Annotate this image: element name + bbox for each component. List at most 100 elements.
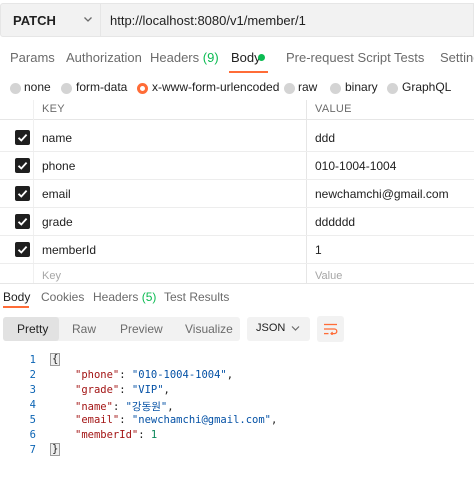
response-tab-cookies[interactable]: Cookies: [41, 290, 84, 304]
param-value[interactable]: 010-1004-1004: [315, 159, 396, 173]
row-enabled-checkbox[interactable]: [15, 214, 30, 229]
url-text: http://localhost:8080/v1/member/1: [110, 13, 306, 28]
tab-settings[interactable]: Settings: [440, 50, 474, 65]
row-divider: [0, 263, 474, 264]
code-line: "phone": "010-1004-1004",: [75, 369, 234, 381]
param-key[interactable]: memberId: [42, 243, 96, 257]
line-number: 6: [29, 429, 36, 441]
radio-raw-label: raw: [298, 80, 318, 94]
tab-tests[interactable]: Tests: [394, 50, 424, 65]
view-mode-visualize[interactable]: Visualize: [185, 322, 233, 336]
tab-headers[interactable]: Headers (9): [150, 50, 219, 65]
response-active-tab-indicator: [3, 306, 29, 308]
method-label: PATCH: [13, 13, 56, 28]
tab-authorization[interactable]: Authorization: [66, 50, 142, 65]
chevron-down-icon: [291, 326, 300, 331]
radio-graphql[interactable]: [387, 83, 398, 94]
line-number: 4: [29, 399, 36, 411]
open-brace: {: [50, 353, 61, 366]
row-enabled-checkbox[interactable]: [15, 158, 30, 173]
tab-pre-request-script[interactable]: Pre-request Script: [286, 50, 391, 65]
value-column-header: VALUE: [315, 103, 352, 115]
param-value[interactable]: ddd: [315, 131, 335, 145]
radio-binary-label: binary: [345, 80, 378, 94]
json-key: "email": [75, 414, 120, 426]
json-comma: ,: [163, 384, 170, 396]
row-divider: [0, 207, 474, 208]
check-icon: [17, 189, 28, 198]
param-key[interactable]: name: [42, 131, 72, 145]
json-value: "newchamchi@gmail.com": [131, 414, 271, 426]
url-input[interactable]: http://localhost:8080/v1/member/1: [101, 3, 474, 37]
view-mode-preview[interactable]: Preview: [120, 322, 163, 336]
response-tab-headers-count: (5): [141, 290, 157, 304]
radio-none[interactable]: [10, 83, 21, 94]
row-divider: [0, 151, 474, 152]
param-value[interactable]: dddddd: [315, 215, 355, 229]
tab-headers-label: Headers: [150, 50, 200, 65]
row-enabled-checkbox[interactable]: [15, 242, 30, 257]
line-number: 3: [29, 384, 36, 396]
checkbox-column-divider: [33, 100, 34, 283]
json-comma: ,: [226, 369, 234, 381]
tab-headers-count: (9): [202, 50, 219, 65]
format-label: JSON: [256, 322, 286, 334]
row-divider: [0, 179, 474, 180]
line-number: 2: [29, 369, 36, 381]
param-key[interactable]: grade: [42, 215, 73, 229]
chevron-down-icon: [84, 17, 92, 22]
param-value[interactable]: 1: [315, 243, 322, 257]
param-key[interactable]: phone: [42, 159, 75, 173]
column-divider: [306, 100, 307, 283]
code-line: "name": "강동원",: [75, 401, 174, 413]
row-enabled-checkbox[interactable]: [15, 186, 30, 201]
active-tab-indicator: [229, 71, 268, 73]
radio-none-label: none: [24, 80, 51, 94]
wrap-lines-icon: [324, 323, 338, 335]
check-icon: [17, 161, 28, 170]
response-tab-test-results[interactable]: Test Results: [164, 290, 229, 304]
json-key: "name": [75, 401, 113, 413]
radio-x-www-form-urlencoded-label: x-www-form-urlencoded: [152, 80, 280, 94]
json-comma: ,: [271, 414, 278, 426]
response-tab-headers[interactable]: Headers (5): [93, 290, 156, 304]
row-enabled-checkbox[interactable]: [15, 130, 30, 145]
code-line: "email": "newchamchi@gmail.com",: [75, 414, 278, 426]
row-divider: [0, 235, 474, 236]
params-table-header: [0, 100, 474, 120]
line-number: 5: [29, 414, 36, 426]
view-mode-pretty[interactable]: Pretty: [17, 322, 48, 336]
radio-raw[interactable]: [284, 83, 295, 94]
json-value: 1: [150, 429, 158, 441]
code-line: }: [50, 443, 61, 456]
json-comma: ,: [167, 401, 174, 413]
radio-x-www-form-urlencoded[interactable]: [137, 83, 148, 94]
new-key-input[interactable]: Key: [42, 270, 61, 282]
response-divider: [0, 283, 474, 284]
format-select[interactable]: JSON: [247, 317, 310, 341]
param-value[interactable]: newchamchi@gmail.com: [315, 187, 449, 201]
wrap-lines-button[interactable]: [317, 316, 344, 342]
line-number: 7: [29, 444, 36, 456]
json-key: "phone": [75, 369, 120, 381]
tab-params[interactable]: Params: [10, 50, 55, 65]
code-line: "memberId": 1: [75, 429, 158, 441]
json-value: "VIP": [131, 384, 164, 396]
radio-form-data[interactable]: [61, 83, 72, 94]
response-tab-headers-label: Headers: [93, 290, 139, 304]
json-key: "grade": [75, 384, 120, 396]
new-value-input[interactable]: Value: [315, 270, 342, 282]
code-line: "grade": "VIP",: [75, 384, 170, 396]
check-icon: [17, 133, 28, 142]
key-column-header: KEY: [42, 103, 65, 115]
response-tab-body[interactable]: Body: [3, 290, 30, 304]
method-select[interactable]: PATCH: [0, 3, 101, 37]
tab-body[interactable]: Body: [231, 50, 261, 65]
param-key[interactable]: email: [42, 187, 71, 201]
close-brace: }: [50, 443, 61, 456]
radio-binary[interactable]: [330, 83, 341, 94]
radio-form-data-label: form-data: [76, 80, 128, 94]
check-icon: [17, 245, 28, 254]
view-mode-raw[interactable]: Raw: [72, 322, 96, 336]
json-value: "강동원": [125, 401, 168, 413]
